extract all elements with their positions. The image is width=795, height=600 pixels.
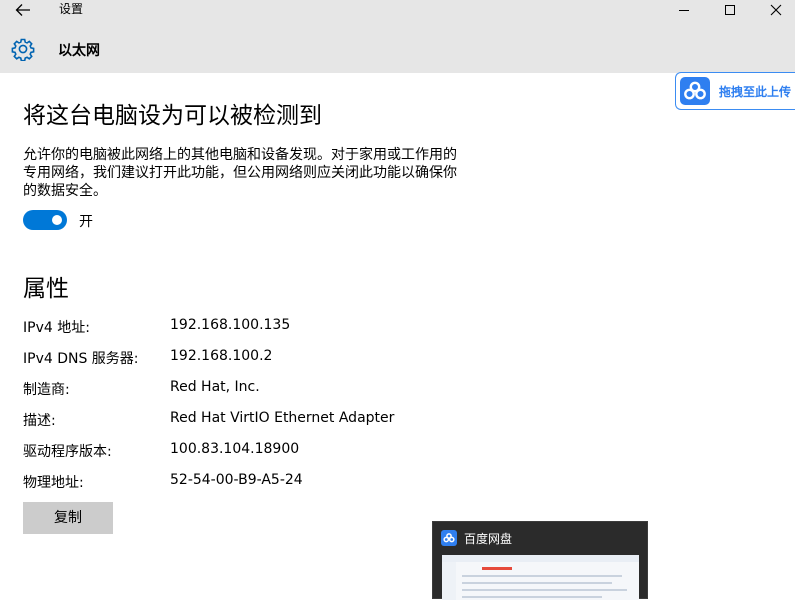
- property-label: 物理地址:: [23, 475, 84, 491]
- discovery-toggle[interactable]: [23, 210, 67, 230]
- copy-button[interactable]: 复制: [23, 502, 113, 534]
- property-row: 描述: Red Hat VirtIO Ethernet Adapter: [23, 410, 623, 430]
- preview-sidebar: [442, 562, 456, 600]
- toggle-knob: [52, 215, 62, 225]
- baidu-netdisk-cloud-icon: [680, 77, 710, 105]
- property-label: 描述:: [23, 413, 56, 429]
- preview-accent: [482, 567, 512, 570]
- baidu-upload-label: 拖拽至此上传: [719, 85, 792, 99]
- page-title: 以太网: [58, 43, 100, 59]
- taskbar-thumbnail[interactable]: 百度网盘: [432, 521, 648, 600]
- preview-line: [462, 589, 627, 591]
- property-value: 192.168.100.135: [170, 317, 291, 333]
- toggle-state-label: 开: [79, 214, 93, 230]
- close-icon: [770, 4, 782, 16]
- baidu-upload-float-button[interactable]: 拖拽至此上传: [675, 72, 795, 110]
- window-title: 设置: [59, 2, 84, 16]
- maximize-button[interactable]: [707, 0, 753, 20]
- thumbnail-title: 百度网盘: [464, 532, 513, 546]
- minimize-icon: [679, 10, 689, 11]
- property-row: 驱动程序版本: 100.83.104.18900: [23, 441, 623, 461]
- property-value: Red Hat VirtIO Ethernet Adapter: [170, 410, 395, 426]
- property-value: 52-54-00-B9-A5-24: [170, 472, 303, 488]
- gear-icon: [11, 37, 35, 62]
- property-value: 192.168.100.2: [170, 348, 273, 364]
- property-label: IPv4 地址:: [23, 320, 90, 336]
- maximize-icon: [725, 5, 735, 15]
- thumbnail-preview: [442, 555, 639, 600]
- minimize-button[interactable]: [661, 0, 707, 20]
- discovery-heading: 将这台电脑设为可以被检测到: [23, 103, 322, 129]
- property-label: IPv4 DNS 服务器:: [23, 351, 139, 367]
- discovery-description: 允许你的电脑被此网络上的其他电脑和设备发现。对于家用或工作用的专用网络，我们建议…: [23, 147, 457, 199]
- back-arrow-icon: [15, 4, 30, 16]
- property-row: IPv4 DNS 服务器: 192.168.100.2: [23, 348, 623, 368]
- close-button[interactable]: [753, 0, 795, 20]
- property-label: 制造商:: [23, 382, 70, 398]
- preview-line: [462, 575, 622, 577]
- preview-line: [462, 582, 612, 584]
- property-row: IPv4 地址: 192.168.100.135: [23, 317, 623, 337]
- preview-toolbar: [442, 555, 639, 562]
- property-row: 物理地址: 52-54-00-B9-A5-24: [23, 472, 623, 492]
- preview-line: [462, 596, 602, 598]
- property-value: Red Hat, Inc.: [170, 379, 260, 395]
- property-label: 驱动程序版本:: [23, 444, 112, 460]
- property-value: 100.83.104.18900: [170, 441, 300, 457]
- title-bar: 设置 以太网: [0, 0, 795, 73]
- baidu-netdisk-cloud-icon: [441, 530, 457, 546]
- property-row: 制造商: Red Hat, Inc.: [23, 379, 623, 399]
- back-button[interactable]: [10, 0, 36, 20]
- properties-heading: 属性: [23, 276, 69, 302]
